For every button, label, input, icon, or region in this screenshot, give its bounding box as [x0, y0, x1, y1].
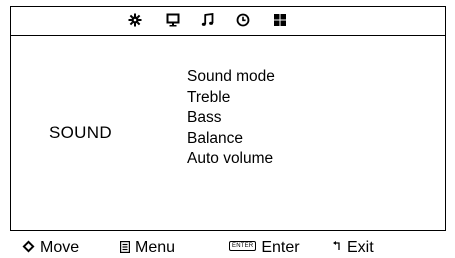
apps-icon[interactable] [273, 13, 287, 27]
menu-label: Menu [135, 239, 176, 256]
exit-label: Exit [347, 239, 374, 256]
clock-icon[interactable] [236, 13, 250, 27]
menu-item-auto-volume[interactable]: Auto volume [187, 149, 275, 170]
menu-key-icon [120, 240, 130, 253]
menu-item-bass[interactable]: Bass [187, 108, 275, 129]
category-title: SOUND [49, 123, 112, 142]
move-hint[interactable]: Move [22, 239, 79, 257]
screen-icon[interactable] [166, 13, 180, 27]
navigation-hint-bar: Move Menu ENTER Enter Exit [0, 236, 455, 258]
exit-hint[interactable]: Exit [333, 239, 374, 257]
enter-hint[interactable]: ENTER Enter [229, 239, 300, 257]
enter-key-icon: ENTER [229, 240, 257, 251]
sound-menu-list: Sound mode Treble Bass Balance Auto volu… [187, 67, 275, 170]
menu-item-balance[interactable]: Balance [187, 129, 275, 150]
menu-category-bar [11, 7, 445, 36]
return-arrow-icon [333, 241, 342, 252]
enter-label: Enter [261, 239, 300, 256]
menu-hint[interactable]: Menu [120, 239, 175, 257]
four-way-arrow-icon [22, 240, 35, 253]
move-label: Move [40, 239, 80, 256]
osd-menu-panel: SOUND Sound mode Treble Bass Balance Aut… [10, 6, 446, 231]
menu-item-treble[interactable]: Treble [187, 88, 275, 109]
sound-icon[interactable] [201, 13, 215, 27]
picture-icon[interactable] [128, 13, 142, 27]
menu-item-sound-mode[interactable]: Sound mode [187, 67, 275, 88]
